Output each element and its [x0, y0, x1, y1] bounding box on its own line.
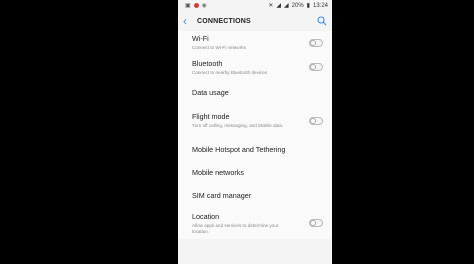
flight-mode-toggle[interactable]: [309, 116, 323, 125]
setting-description: Turn off calling, messaging, and Mobile …: [192, 123, 284, 129]
notification-icon: ◉: [201, 2, 207, 9]
setting-mobile-networks[interactable]: Mobile networks: [178, 161, 332, 183]
setting-description: Connect to nearby Bluetooth devices: [192, 69, 268, 75]
setting-sim-card-manager[interactable]: SIM card manager: [178, 183, 332, 207]
setting-label: Wi-Fi: [192, 34, 209, 44]
wifi-toggle[interactable]: [309, 38, 323, 47]
bluetooth-toggle[interactable]: [309, 63, 323, 71]
setting-label: Mobile networks: [192, 167, 244, 177]
setting-label: SIM card manager: [192, 190, 252, 200]
setting-label: Location: [192, 212, 220, 221]
clock: 13:24: [312, 2, 328, 9]
signal-icon: ◢: [284, 2, 289, 9]
location-toggle[interactable]: [309, 219, 323, 227]
settings-list: Wi-Fi Connect to Wi-Fi networks Bluetoot…: [178, 31, 332, 239]
setting-label: Bluetooth: [192, 58, 223, 68]
battery-icon: ▮: [306, 2, 310, 9]
setting-bluetooth[interactable]: Bluetooth Connect to nearby Bluetooth de…: [178, 54, 332, 80]
page-title: CONNECTIONS: [197, 17, 251, 25]
setting-wifi[interactable]: Wi-Fi Connect to Wi-Fi networks: [178, 31, 332, 54]
signal-icon: ◢: [276, 2, 282, 9]
status-bar: ▣ ◉ ✕ ◢ ◢ 20% ▮ 13:24: [178, 0, 332, 11]
setting-description: Connect to Wi-Fi networks: [192, 45, 246, 51]
phone-screen: ▣ ◉ ✕ ◢ ◢ 20% ▮ 13:24 ‹ CONNECTIONS Wi-F…: [178, 0, 332, 264]
battery-percent: 20%: [291, 2, 304, 9]
mute-icon: ✕: [268, 2, 274, 9]
setting-mobile-hotspot[interactable]: Mobile Hotspot and Tethering: [178, 137, 332, 161]
notification-icon: ▣: [185, 2, 191, 9]
setting-description: Allow apps and services to determine you…: [192, 223, 279, 234]
app-notification-icon: [193, 3, 199, 8]
back-arrow-icon[interactable]: ‹: [183, 14, 195, 28]
status-bar-notifications: ▣ ◉: [185, 3, 207, 9]
setting-flight-mode[interactable]: Flight mode Turn off calling, messaging,…: [178, 104, 332, 137]
status-bar-system: ✕ ◢ ◢ 20% ▮ 13:24: [268, 3, 328, 9]
setting-label: Flight mode: [192, 112, 230, 122]
setting-label: Mobile Hotspot and Tethering: [192, 144, 286, 154]
search-icon[interactable]: [317, 16, 327, 26]
setting-data-usage[interactable]: Data usage: [178, 80, 332, 104]
app-header: ‹ CONNECTIONS: [178, 11, 332, 31]
setting-location[interactable]: Location Allow apps and services to dete…: [178, 207, 332, 239]
setting-label: Data usage: [192, 87, 229, 97]
